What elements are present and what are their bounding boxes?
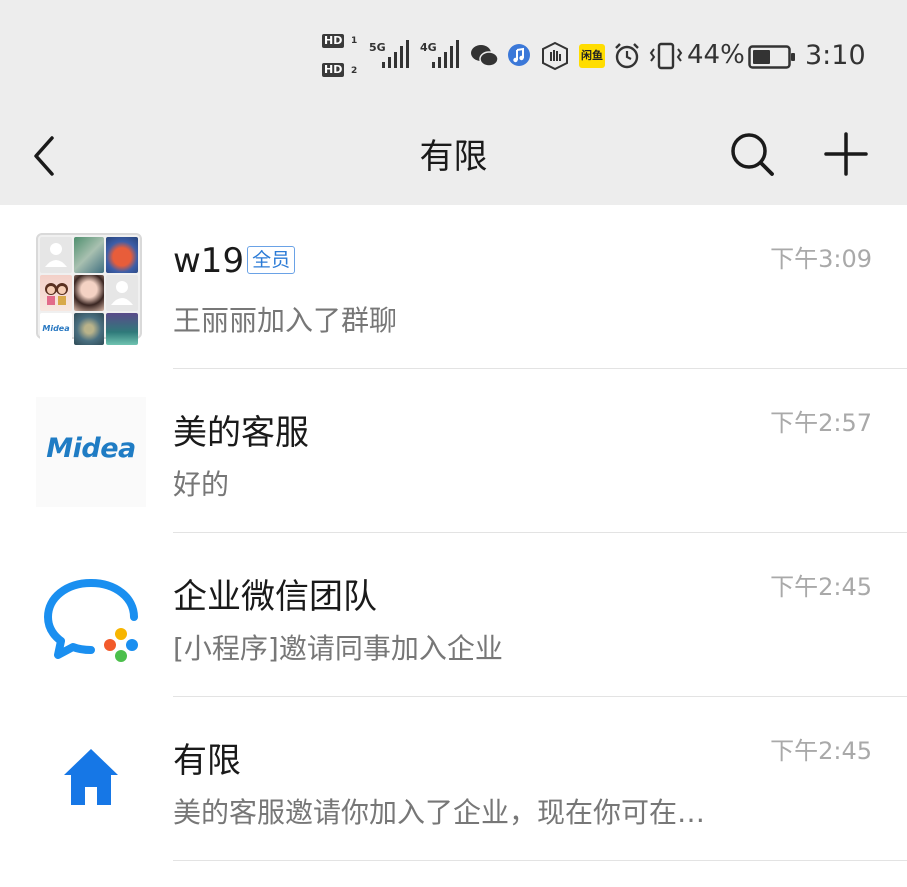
- conversation-row[interactable]: 企业微信团队 [小程序]邀请同事加入企业 下午2:45: [0, 533, 907, 697]
- member-avatar: [40, 275, 72, 311]
- conversation-row[interactable]: Midea 美的客服 好的 下午2:57: [0, 369, 907, 533]
- member-avatar: [106, 313, 138, 345]
- midea-logo: Midea: [36, 397, 146, 507]
- conversation-preview: 美的客服邀请你加入了企业，现在你可在…: [173, 796, 706, 829]
- group-avatar: Midea: [36, 233, 146, 345]
- hand-icon: [542, 41, 568, 71]
- member-avatar: [74, 275, 104, 311]
- group-avatar-grid: Midea: [36, 233, 142, 345]
- midea-logo-text: Midea: [46, 433, 136, 464]
- hd2-sub: 2: [351, 66, 358, 76]
- conversation-list: Midea w19 全员 王丽丽加入了群聊 下午3:09 Midea 美的客服 好…: [0, 205, 907, 861]
- member-avatar-placeholder: [106, 275, 138, 311]
- plus-icon[interactable]: [820, 128, 872, 180]
- signal-icon: [382, 40, 409, 68]
- member-avatar: [74, 313, 104, 345]
- xianyu-icon: 闲鱼: [579, 44, 605, 68]
- midea-mini-logo: Midea: [40, 313, 72, 345]
- conversation-time: 下午2:45: [770, 573, 872, 601]
- status-bar: HD 1 HD 2 5G 4G 闲鱼 44% 3:10: [0, 0, 907, 115]
- conversation-name: 美的客服: [173, 413, 309, 453]
- home-icon: [64, 749, 118, 805]
- wecom-logo: [44, 579, 138, 662]
- battery-percent: 44%: [687, 40, 745, 70]
- conversation-time: 下午2:57: [770, 409, 872, 437]
- vibrate-icon: [649, 42, 683, 70]
- hd1-icon: HD: [322, 34, 345, 48]
- conversation-preview: 王丽丽加入了群聊: [173, 304, 398, 337]
- conversation-name: w19 全员: [173, 241, 296, 281]
- conversation-preview: [小程序]邀请同事加入企业: [173, 632, 503, 665]
- conversation-time: 下午3:09: [770, 245, 872, 273]
- signal-icon-2: [432, 40, 459, 68]
- alarm-icon: [615, 43, 639, 69]
- conversation-name: 企业微信团队: [173, 577, 377, 617]
- hd1-sub: 1: [351, 36, 358, 46]
- member-avatar: [106, 237, 138, 273]
- divider: [173, 859, 907, 861]
- conversation-preview: 好的: [173, 468, 230, 501]
- status-time: 3:10: [805, 40, 866, 71]
- search-icon[interactable]: [726, 128, 778, 180]
- all-members-badge: 全员: [247, 246, 296, 274]
- conversation-row[interactable]: 有限 美的客服邀请你加入了企业，现在你可在… 下午2:45: [0, 697, 907, 861]
- conversation-name: 有限: [173, 741, 241, 781]
- battery-icon: [748, 45, 795, 69]
- conversation-row[interactable]: Midea w19 全员 王丽丽加入了群聊 下午3:09: [0, 205, 907, 369]
- member-avatar-placeholder: [40, 237, 72, 273]
- music-icon: [508, 44, 530, 66]
- wechat-icon: [471, 45, 499, 67]
- hd2-icon: HD: [322, 63, 345, 77]
- member-avatar: [74, 237, 104, 273]
- conversation-time: 下午2:45: [770, 737, 872, 765]
